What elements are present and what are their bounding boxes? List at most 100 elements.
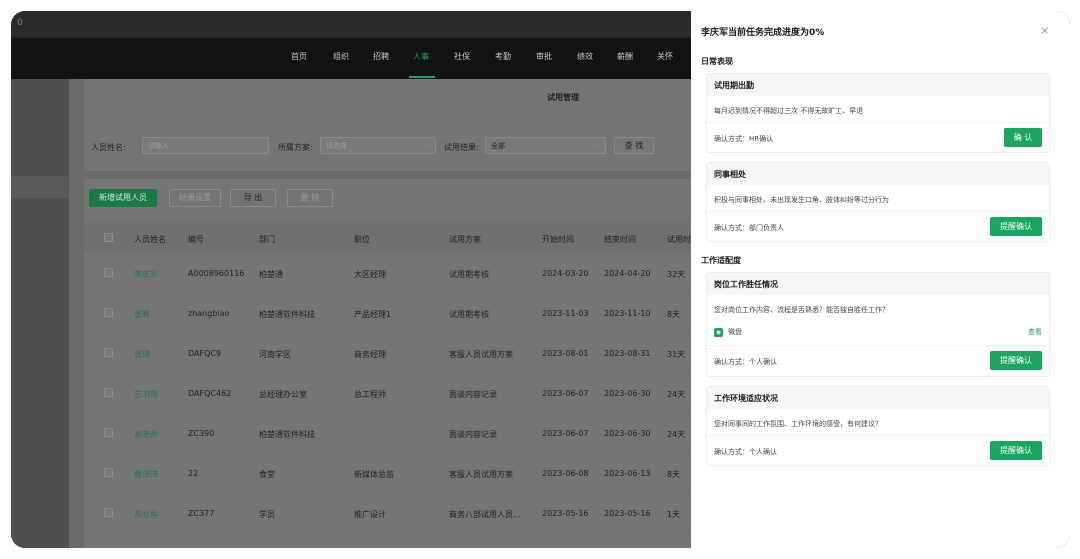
export-button[interactable]: 导 出 <box>230 189 276 207</box>
cell-duration: 32天 <box>667 270 686 279</box>
column-header-id[interactable]: 编号 <box>188 234 204 245</box>
column-header-end[interactable]: 结束时间 <box>604 234 636 245</box>
task-card-environment: 工作环境适应状况 您对同事间的工作氛围、工作环境的感受，有何建议？ 确认方式：个… <box>706 386 1050 466</box>
nav-item-hr[interactable]: 人事 <box>413 51 429 62</box>
task-card-attendance: 试用期出勤 每月迟到情况不得超过三次 不得无故旷工、早退 确认方式：HR确认 确… <box>706 73 1050 153</box>
cell-position: 大区经理 <box>354 270 386 279</box>
cell-position: 产品经理1 <box>354 310 392 319</box>
plan-filter-label: 所属方案: <box>278 143 313 152</box>
app-window: 0 首页 组织 招聘 人事 社保 考勤 审批 绩效 薪酬 关怀 试用管理 人员姓… <box>11 11 1070 548</box>
cloud-drive-icon: ◆ <box>714 327 723 337</box>
row-checkbox[interactable] <box>104 308 113 317</box>
nav-item-home[interactable]: 首页 <box>291 51 307 62</box>
add-trial-employee-button[interactable]: 新增试用人员 <box>89 189 157 207</box>
cell-plan: 商务八部试用人员... <box>449 510 521 519</box>
table-row[interactable]: 苏立程 ZC377 学员 推广设计 商务八部试用人员... 2023-05-16… <box>84 494 691 534</box>
table-row[interactable]: 艺书岗 DAFQC462 总经理办公室 总工程师 面谈内容记录 2023-06-… <box>84 374 691 414</box>
column-header-duration[interactable]: 试用时 <box>667 234 691 245</box>
row-checkbox[interactable] <box>104 388 113 397</box>
remind-confirm-button[interactable]: 提醒确认 <box>990 217 1042 236</box>
cell-start: 2023-08-01 <box>542 349 589 358</box>
close-icon[interactable]: × <box>1040 24 1049 37</box>
row-checkbox[interactable] <box>104 348 113 357</box>
cell-end: 2023-06-13 <box>604 469 651 478</box>
cell-plan: 客服人员试用方案 <box>449 350 513 359</box>
nav-item-salary[interactable]: 薪酬 <box>617 51 633 62</box>
nav-item-attendance[interactable]: 考勤 <box>495 51 511 62</box>
column-header-position[interactable]: 职位 <box>354 234 370 245</box>
employee-name-link[interactable]: 张骞 <box>134 309 150 320</box>
plan-filter-select[interactable]: 请选择 ⌵ <box>320 137 436 154</box>
table-row[interactable]: 张骞 zhangbiao 柏楚通软件科技 产品经理1 试用期考核 2023-11… <box>84 294 691 334</box>
nav-item-recruit[interactable]: 招聘 <box>373 51 389 62</box>
table-header: 人员姓名 编号 部门 职位 试用方案 开始时间 结束时间 试用时 <box>84 223 691 253</box>
attachment-item: ◆ 微盘 <box>714 327 742 337</box>
task-card-competence: 岗位工作胜任情况 您对岗位工作内容、流程是否熟悉？能否独自胜任工作？ ◆ 微盘 查… <box>706 272 1050 377</box>
card-divider <box>707 122 1049 123</box>
table-row[interactable]: 张琪 DAFQC9 河南学区 商务经理 客服人员试用方案 2023-08-01 … <box>84 334 691 374</box>
cell-start: 2023-06-07 <box>542 429 589 438</box>
select-all-checkbox[interactable] <box>104 233 113 242</box>
task-card-description: 每月迟到情况不得超过三次 不得无故旷工、早退 <box>714 107 864 115</box>
confirm-button[interactable]: 确 认 <box>1004 128 1042 147</box>
task-card-title: 工作环境适应状况 <box>707 387 1049 409</box>
column-header-start[interactable]: 开始时间 <box>542 234 574 245</box>
cell-department: 总经理办公室 <box>259 390 307 399</box>
column-header-name[interactable]: 人员姓名 <box>134 234 166 245</box>
task-card-title: 同事相处 <box>707 163 1049 185</box>
cell-id: ZC390 <box>188 429 215 438</box>
row-checkbox[interactable] <box>104 508 113 517</box>
nav-item-performance[interactable]: 绩效 <box>577 51 593 62</box>
cell-plan: 试用期考核 <box>449 270 489 279</box>
name-filter-input[interactable]: 请输入 <box>142 137 269 154</box>
cell-start: 2023-11-03 <box>542 309 589 318</box>
cell-department: 柏楚通 <box>259 270 283 279</box>
filter-panel <box>84 79 691 171</box>
task-card-title: 岗位工作胜任情况 <box>707 273 1049 295</box>
cell-start: 2023-06-07 <box>542 389 589 398</box>
remind-confirm-button[interactable]: 提醒确认 <box>990 441 1042 460</box>
task-card-description: 积极与同事相处、未出现发生口角、肢体纠纷等过分行为 <box>714 196 889 204</box>
employee-name-link[interactable]: 李庆军 <box>134 269 158 280</box>
view-attachment-link[interactable]: 查看 <box>1028 327 1042 337</box>
row-checkbox[interactable] <box>104 428 113 437</box>
cell-id: DAFQC9 <box>188 349 222 358</box>
chevron-down-icon: ⌵ <box>594 141 600 149</box>
cell-end: 2023-11-10 <box>604 309 651 318</box>
cell-department: 河南学区 <box>259 350 291 359</box>
name-filter-label: 人员姓名: <box>91 143 126 152</box>
column-header-plan[interactable]: 试用方案 <box>449 234 481 245</box>
task-card-description: 您对岗位工作内容、流程是否熟悉？能否独自胜任工作？ <box>714 306 889 314</box>
search-button[interactable]: 查 找 <box>614 137 654 154</box>
table-row[interactable]: 高老师 ZC390 柏楚通软件科技 面谈内容记录 2023-06-07 2023… <box>84 414 691 454</box>
remind-confirm-button[interactable]: 提醒确认 <box>990 351 1042 370</box>
row-checkbox[interactable] <box>104 468 113 477</box>
nav-item-approval[interactable]: 审批 <box>536 51 552 62</box>
employee-name-link[interactable]: 曹沛沛 <box>134 469 158 480</box>
row-checkbox[interactable] <box>104 268 113 277</box>
nav-active-indicator <box>409 76 435 78</box>
cell-end: 2023-05-16 <box>604 509 651 518</box>
delete-button[interactable]: 删 除 <box>287 189 333 207</box>
top-navigation: 首页 组织 招聘 人事 社保 考勤 审批 绩效 薪酬 关怀 <box>11 39 691 79</box>
table-row[interactable]: 曹沛沛 22 食堂 新媒体总监 客服人员试用方案 2023-06-08 2023… <box>84 454 691 494</box>
cell-plan: 面谈内容记录 <box>449 430 497 439</box>
nav-item-org[interactable]: 组织 <box>333 51 349 62</box>
nav-item-care[interactable]: 关怀 <box>657 51 673 62</box>
result-filter-select[interactable]: 全部 ⌵ <box>485 137 606 154</box>
cell-duration: 31天 <box>667 350 686 359</box>
card-divider <box>707 211 1049 212</box>
employee-name-link[interactable]: 高老师 <box>134 429 158 440</box>
column-header-department[interactable]: 部门 <box>259 234 275 245</box>
employee-name-link[interactable]: 苏立程 <box>134 509 158 520</box>
result-settings-button[interactable]: 结果设置 <box>169 189 221 207</box>
sidebar-item-selected[interactable] <box>11 176 69 198</box>
cell-plan: 试用期考核 <box>449 310 489 319</box>
employee-name-link[interactable]: 张琪 <box>134 349 150 360</box>
employee-name-link[interactable]: 艺书岗 <box>134 389 158 400</box>
nav-item-social-security[interactable]: 社保 <box>454 51 470 62</box>
cell-start: 2023-05-16 <box>542 509 589 518</box>
window-glyph: 0 <box>17 18 23 28</box>
table-row[interactable]: 李庆军 A0008960116 柏楚通 大区经理 试用期考核 2024-03-2… <box>84 254 691 294</box>
plan-filter-placeholder: 请选择 <box>326 142 347 150</box>
